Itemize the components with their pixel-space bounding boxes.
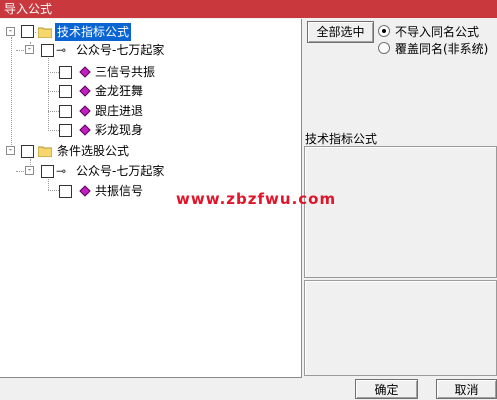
tree-node-label[interactable]: 条件选股公式 xyxy=(57,142,129,160)
key-icon: ⊸ xyxy=(56,43,67,57)
tree-leaf[interactable]: 三信号共振 xyxy=(0,63,300,81)
tree-node-label[interactable]: 公众号-七万起家 xyxy=(76,41,164,59)
collapse-toggle[interactable]: - xyxy=(25,166,34,175)
checkbox[interactable] xyxy=(59,185,72,198)
checkbox[interactable] xyxy=(21,25,34,38)
tree-node-owner[interactable]: - ⊸ 公众号-七万起家 xyxy=(0,162,300,180)
checkbox[interactable] xyxy=(59,66,72,79)
tree-leaf-label[interactable]: 金龙狂舞 xyxy=(95,82,143,100)
collapse-toggle[interactable]: - xyxy=(25,45,34,54)
radio-no-import-label[interactable]: 不导入同名公式 xyxy=(395,23,479,40)
radio-overwrite-label[interactable]: 覆盖同名(非系统) xyxy=(395,40,488,57)
tree-node-owner[interactable]: - ⊸ 公众号-七万起家 xyxy=(0,41,300,59)
window-title: 导入公式 xyxy=(0,0,497,18)
formula-icon xyxy=(79,66,91,78)
formula-icon xyxy=(79,124,91,136)
ok-button[interactable]: 确定 xyxy=(355,379,418,399)
checkbox[interactable] xyxy=(41,165,54,178)
checkbox[interactable] xyxy=(59,124,72,137)
tree-node-tech-indicators[interactable]: - 技术指标公式 xyxy=(0,23,300,41)
formula-icon xyxy=(79,85,91,97)
info-box-bottom xyxy=(304,280,497,376)
tree-leaf-label[interactable]: 共振信号 xyxy=(95,182,143,200)
tree-leaf-label[interactable]: 三信号共振 xyxy=(95,63,155,81)
watermark-text: www.zbzfwu.com xyxy=(176,190,337,208)
folder-icon xyxy=(38,146,52,157)
formula-icon xyxy=(79,185,91,197)
formula-icon xyxy=(79,105,91,117)
tree-leaf[interactable]: 金龙狂舞 xyxy=(0,82,300,100)
checkbox[interactable] xyxy=(59,105,72,118)
cancel-button[interactable]: 取消 xyxy=(436,379,497,399)
collapse-toggle[interactable]: - xyxy=(6,146,15,155)
tree-leaf-label[interactable]: 彩龙现身 xyxy=(95,121,143,139)
select-all-button[interactable]: 全部选中 xyxy=(307,21,374,43)
radio-no-import[interactable] xyxy=(378,25,390,37)
checkbox[interactable] xyxy=(21,145,34,158)
info-panel-title: 技术指标公式 xyxy=(305,132,378,146)
tree-node-label[interactable]: 公众号-七万起家 xyxy=(76,162,164,180)
folder-icon xyxy=(38,27,52,38)
info-box-top xyxy=(304,146,497,278)
tree-leaf[interactable]: 彩龙现身 xyxy=(0,121,300,139)
checkbox[interactable] xyxy=(41,44,54,57)
tree-leaf-label[interactable]: 跟庄进退 xyxy=(95,102,143,120)
tree-node-stock-screening[interactable]: - 条件选股公式 xyxy=(0,142,300,160)
collapse-toggle[interactable]: - xyxy=(6,27,15,36)
radio-overwrite[interactable] xyxy=(378,42,390,54)
checkbox[interactable] xyxy=(59,85,72,98)
key-icon: ⊸ xyxy=(56,164,67,178)
tree-leaf[interactable]: 跟庄进退 xyxy=(0,102,300,120)
tree-node-label[interactable]: 技术指标公式 xyxy=(55,23,132,41)
